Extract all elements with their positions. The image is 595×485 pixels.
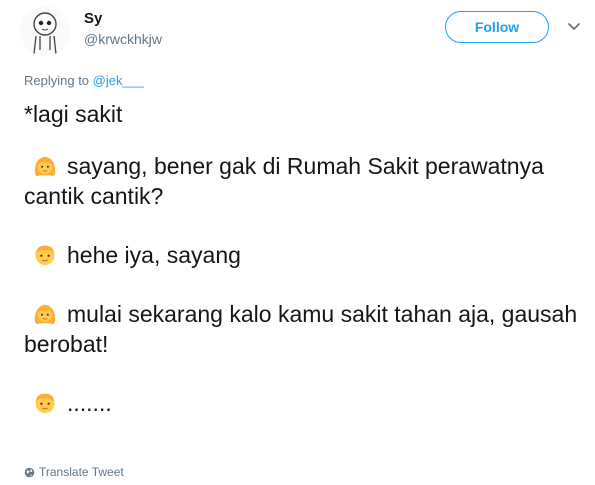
tweet-line-text: sayang, bener gak di Rumah Sakit perawat… (24, 153, 544, 209)
tweet-line-text: mulai sekarang kalo kamu sakit tahan aja… (24, 301, 578, 357)
display-name[interactable]: Sy (84, 10, 102, 27)
tweet-line: mulai sekarang kalo kamu sakit tahan aja… (24, 299, 584, 359)
tweet-line-text: hehe iya, sayang (67, 242, 241, 268)
chevron-down-icon[interactable] (566, 21, 582, 33)
tweet-line: hehe iya, sayang (24, 240, 584, 270)
avatar-drawing-icon (33, 12, 57, 55)
tweet-line: *lagi sakit (24, 99, 584, 129)
follow-button[interactable]: Follow (445, 11, 549, 43)
tweet-line-text: *lagi sakit (24, 101, 123, 127)
tweet-line-text: ....... (67, 390, 112, 416)
reply-mention-link[interactable]: @jek___ (93, 73, 145, 88)
globe-icon (24, 467, 35, 477)
boy-face-icon (35, 245, 55, 266)
tweet-text: *lagi sakit sayang, bener gak di Rumah S… (24, 99, 584, 447)
translate-tweet-link[interactable]: Translate Tweet (24, 465, 124, 479)
boy-face-icon (35, 393, 55, 414)
replying-to-label: Replying to (24, 73, 93, 88)
translate-tweet-label[interactable]: Translate Tweet (39, 465, 124, 479)
avatar[interactable] (20, 6, 70, 56)
tweet-line: sayang, bener gak di Rumah Sakit perawat… (24, 151, 584, 211)
girl-face-icon (34, 304, 56, 325)
user-handle[interactable]: @krwckhkjw (84, 31, 162, 47)
replying-to-context: Replying to @jek___ (24, 73, 144, 88)
girl-face-icon (34, 156, 56, 177)
tweet-line: ....... (24, 388, 584, 418)
